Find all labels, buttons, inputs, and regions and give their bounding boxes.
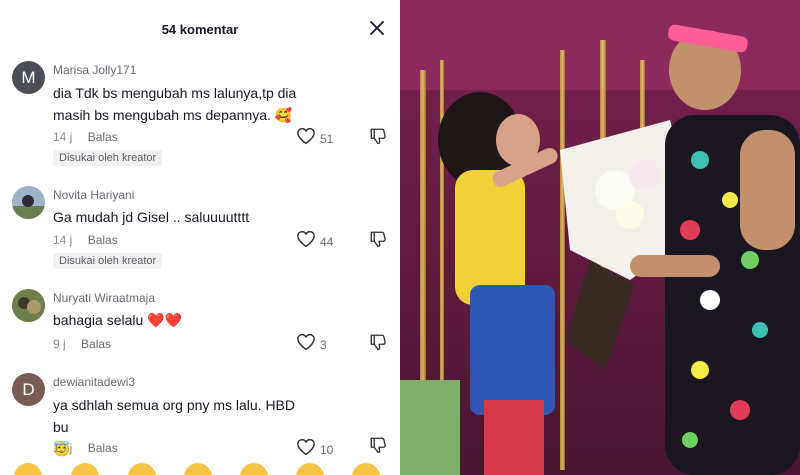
thumbs-down-icon[interactable] (369, 127, 387, 150)
like-button[interactable]: 44 (296, 230, 333, 253)
comment-text-body: Ga mudah jd Gisel .. saluuuutttt (53, 209, 250, 225)
like-button[interactable]: 10 (296, 438, 333, 461)
like-button[interactable]: 51 (296, 127, 333, 150)
avatar[interactable]: M (12, 61, 45, 94)
comment-username[interactable]: Marisa Jolly171 (53, 63, 136, 77)
comment-username[interactable]: dewianitadewi3 (53, 375, 135, 389)
comment-time: 14 j (53, 233, 73, 247)
comment-username[interactable]: Nuryati Wiraatmaja (53, 291, 155, 305)
comment-emoji: 🥰 (274, 107, 293, 123)
avatar-photo (12, 186, 45, 219)
comment-text: dia Tdk bs mengubah ms lalunya,tp dia ma… (53, 82, 313, 126)
comment-meta: 13 j Balas (53, 441, 118, 455)
like-count: 3 (320, 337, 327, 352)
avatar-photo (12, 289, 45, 322)
emoji-button[interactable] (184, 463, 212, 475)
reply-button[interactable]: Balas (81, 337, 111, 351)
comment-text-body: ya sdhlah semua org pny ms lalu. HBD bu (53, 397, 295, 435)
like-count: 10 (320, 442, 334, 457)
comment-meta: 14 j Balas (53, 233, 118, 247)
emoji-quick-bar (0, 460, 400, 475)
emoji-button[interactable] (128, 463, 156, 475)
comment-time: 13 j (53, 441, 73, 455)
comment-text: Ga mudah jd Gisel .. saluuuutttt (53, 206, 313, 228)
heart-outline-icon (296, 438, 316, 461)
avatar[interactable] (12, 186, 45, 219)
comments-header: 54 komentar (0, 0, 400, 58)
comments-panel: 54 komentar M Marisa Jolly171 dia Tdk bs… (0, 0, 400, 475)
thumbs-down-icon[interactable] (369, 230, 387, 253)
comment-meta: 9 j Balas (53, 337, 111, 351)
emoji-button[interactable] (71, 463, 99, 475)
avatar[interactable]: D (12, 373, 45, 406)
comment-text: bahagia selalu ❤️❤️ (53, 309, 313, 331)
close-icon[interactable] (370, 21, 384, 35)
like-button[interactable]: 3 (296, 333, 327, 356)
video-still-image (400, 0, 800, 475)
heart-outline-icon (296, 127, 316, 150)
avatar[interactable] (12, 289, 45, 322)
comment-emoji: ❤️❤️ (147, 312, 183, 328)
reply-button[interactable]: Balas (88, 130, 118, 144)
liked-by-creator-badge: Disukai oleh kreator (53, 253, 163, 269)
reply-button[interactable]: Balas (88, 233, 118, 247)
thumbs-down-icon[interactable] (369, 333, 387, 356)
avatar-letter: D (22, 379, 35, 399)
comment-text-body: dia Tdk bs mengubah ms lalunya,tp dia ma… (53, 85, 297, 123)
comment-meta: 14 j Balas (53, 130, 118, 144)
video-frame[interactable] (400, 0, 800, 475)
heart-outline-icon (296, 230, 316, 253)
comment-text-body: bahagia selalu (53, 312, 144, 328)
like-count: 44 (320, 234, 334, 249)
comment-count-title: 54 komentar (161, 22, 239, 37)
like-count: 51 (320, 131, 334, 146)
heart-outline-icon (296, 333, 316, 356)
emoji-button[interactable] (14, 463, 42, 475)
liked-by-creator-badge: Disukai oleh kreator (53, 150, 163, 166)
comment-time: 9 j (53, 337, 66, 351)
reply-button[interactable]: Balas (88, 441, 118, 455)
comment-username[interactable]: Novita Hariyani (53, 188, 134, 202)
emoji-button[interactable] (352, 463, 380, 475)
avatar-letter: M (21, 67, 36, 87)
emoji-button[interactable] (240, 463, 268, 475)
comment-time: 14 j (53, 130, 73, 144)
emoji-button[interactable] (296, 463, 324, 475)
thumbs-down-icon[interactable] (369, 436, 387, 459)
